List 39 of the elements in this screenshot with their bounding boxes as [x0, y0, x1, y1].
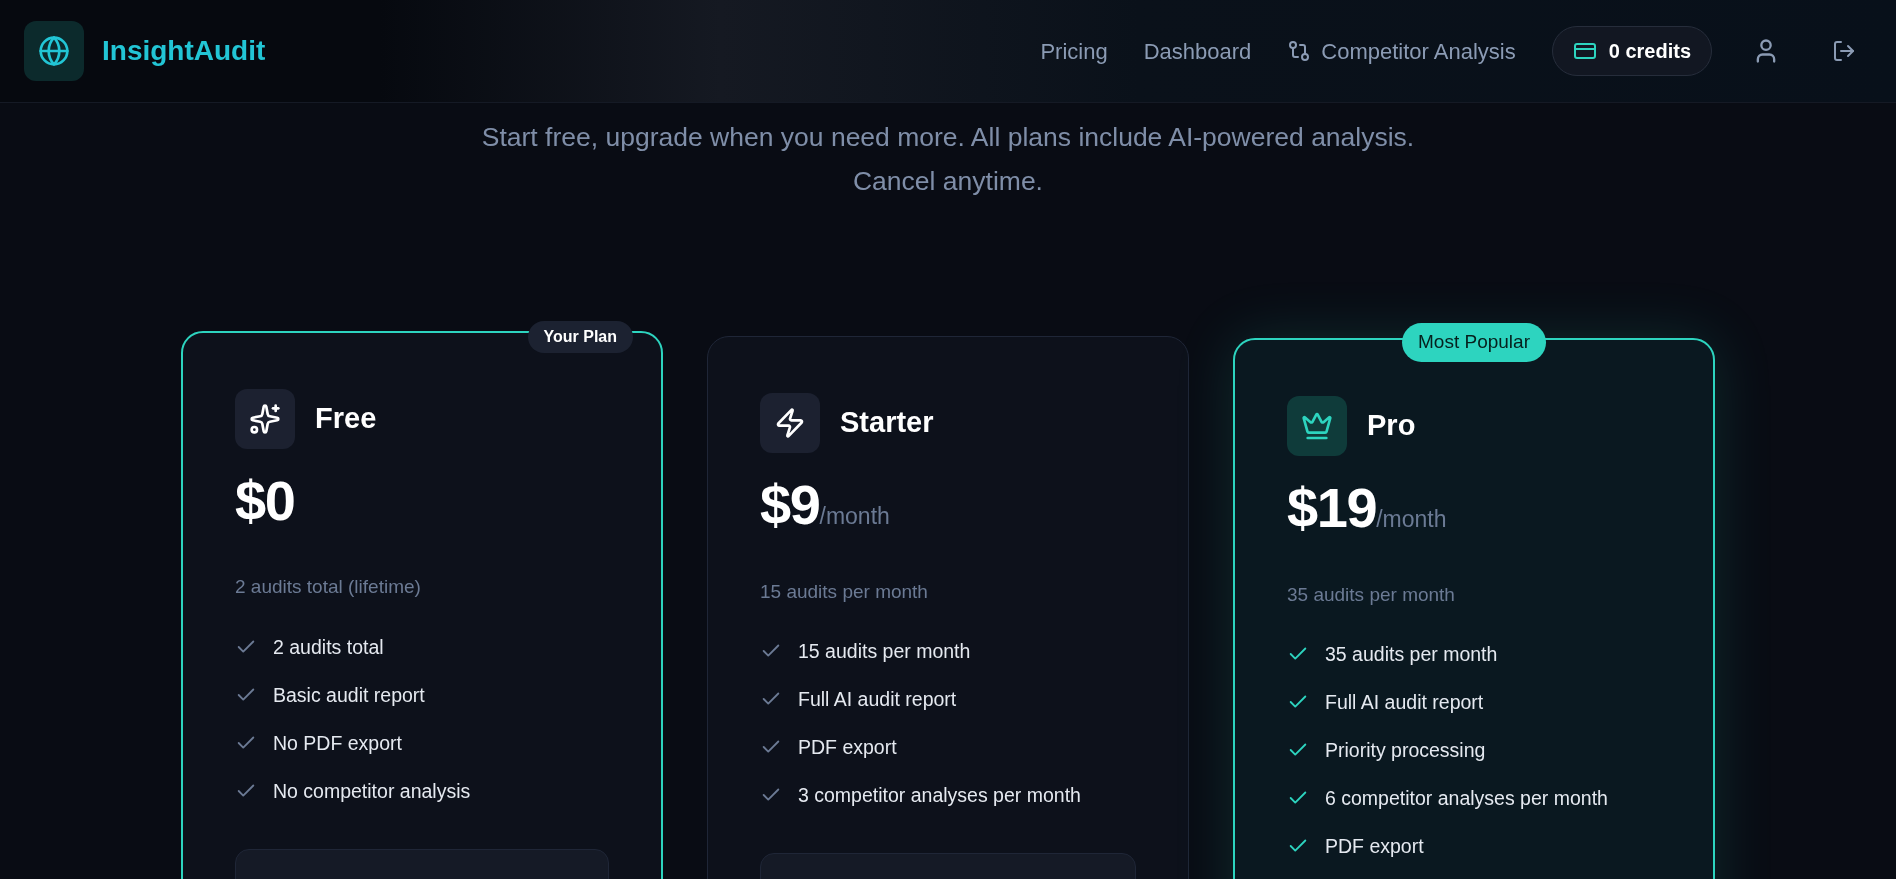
feature-text: No PDF export: [273, 730, 402, 756]
compare-icon: [1287, 39, 1312, 63]
feature-text: No competitor analysis: [273, 778, 471, 804]
feature-text: Priority processing: [1325, 738, 1486, 763]
plan-name: Free: [315, 401, 377, 437]
popular-badge: Most Popular: [1402, 323, 1546, 362]
feature-text: 15 audits per month: [798, 639, 971, 664]
feature-text: Full AI audit report: [798, 687, 957, 712]
nav-link[interactable]: Competitor Analysis: [1287, 34, 1516, 68]
price-period: /month: [1376, 506, 1447, 534]
plan-price: $0: [235, 473, 295, 529]
feature-text: 35 audits per month: [1325, 642, 1498, 667]
feature-text: PDF export: [1325, 834, 1424, 859]
plan-quota: 15 audits per month: [760, 579, 929, 604]
feature-text: 2 audits total: [273, 634, 384, 660]
nav-link[interactable]: Pricing: [1040, 34, 1108, 68]
logout-icon[interactable]: [1832, 39, 1856, 63]
feature-text: PDF export: [798, 735, 897, 760]
plan-price: $19: [1287, 480, 1377, 536]
current-plan-badge: Your Plan: [527, 321, 633, 353]
sparkles-icon: [249, 403, 281, 435]
nav-link[interactable]: Dashboard: [1143, 34, 1252, 68]
feature-text: Full AI audit report: [1325, 690, 1484, 715]
feature-text: 3 competitor analyses per month: [798, 783, 1081, 808]
globe-icon: [38, 35, 70, 67]
plan-quota: 35 audits per month: [1287, 582, 1456, 607]
feature-text: Basic audit report: [273, 682, 425, 708]
plan-name: Pro: [1367, 408, 1416, 444]
lightning-icon: [774, 407, 806, 439]
pricing-subtitle: Start free, upgrade when you need more. All plans include AI-powered analysis. Cancel anytime.: [480, 121, 1416, 198]
price-period: /month: [819, 503, 890, 531]
plan-name: Starter: [840, 405, 934, 441]
credits-button[interactable]: 0 credits: [1551, 26, 1712, 76]
feature-text: 6 competitor analyses per month: [1325, 786, 1608, 811]
crown-icon: [1301, 410, 1333, 442]
brand-name[interactable]: InsightAudit: [102, 30, 266, 72]
logo-tile[interactable]: [24, 21, 84, 81]
plan-quota: 2 audits total (lifetime): [235, 575, 422, 599]
plan-price: $9: [760, 477, 820, 533]
